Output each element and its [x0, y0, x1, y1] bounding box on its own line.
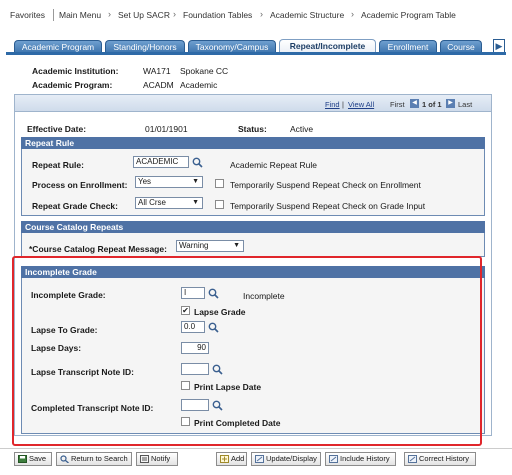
suspend-grade-input-checkbox[interactable]	[215, 200, 224, 209]
institution-label: Academic Institution:	[32, 66, 119, 76]
process-on-enrollment-value: Yes	[138, 177, 152, 186]
highlight-box	[12, 256, 482, 446]
breadcrumb-divider	[53, 9, 54, 21]
breadcrumb-set-up-sacr[interactable]: Set Up SACR	[118, 10, 170, 20]
add-label: Add	[231, 454, 245, 463]
view-all-link[interactable]: View All	[348, 100, 374, 109]
panel-navigation-bar	[14, 94, 492, 112]
last-label: Last	[458, 100, 473, 109]
breadcrumb-academic-program-table: Academic Program Table	[361, 10, 456, 20]
tab-scroll-right-icon[interactable]: ▶	[493, 39, 505, 53]
repeat-grade-check-select[interactable]: All Crse ▼	[135, 197, 203, 209]
dropdown-caret-icon: ▼	[192, 178, 199, 185]
correct-history-button[interactable]: Correct History	[404, 452, 476, 466]
catalog-repeats-header: Course Catalog Repeats	[21, 221, 485, 233]
program-code: ACADM	[143, 80, 174, 90]
process-on-enrollment-select[interactable]: Yes ▼	[135, 176, 203, 188]
notify-icon	[140, 455, 149, 463]
return-to-search-button[interactable]: Return to Search	[56, 452, 132, 466]
search-icon[interactable]	[192, 157, 203, 168]
next-arrow-icon[interactable]: ▶	[446, 99, 455, 108]
previous-arrow-icon[interactable]: ◀	[410, 99, 419, 108]
breadcrumb: Favorites Main Menu › Set Up SACR › Foun…	[0, 0, 512, 28]
repeat-grade-check-value: All Crse	[138, 198, 167, 207]
catalog-repeat-message-label: *Course Catalog Repeat Message:	[29, 244, 167, 254]
notify-button[interactable]: Notify	[136, 452, 178, 466]
return-to-search-label: Return to Search	[71, 454, 128, 463]
breadcrumb-academic-structure[interactable]: Academic Structure	[270, 10, 344, 20]
update-display-button[interactable]: Update/Display	[251, 452, 321, 466]
toolbar-divider	[0, 448, 512, 449]
chevron-right-icon: ›	[260, 9, 263, 19]
catalog-repeat-message-value: Warning	[179, 241, 209, 250]
first-label: First	[390, 100, 405, 109]
suspend-grade-input-label: Temporarily Suspend Repeat Check on Grad…	[230, 201, 426, 211]
notify-label: Notify	[151, 454, 171, 463]
program-label: Academic Program:	[32, 80, 113, 90]
row-count: 1 of 1	[422, 100, 442, 109]
repeat-rule-input[interactable]: ACADEMIC	[133, 156, 189, 168]
status-value: Active	[290, 124, 314, 134]
chevron-right-icon: ›	[351, 9, 354, 19]
breadcrumb-main-menu[interactable]: Main Menu	[59, 10, 101, 20]
dropdown-caret-icon: ▼	[233, 242, 240, 249]
add-icon	[220, 455, 229, 463]
catalog-repeat-message-select[interactable]: Warning ▼	[176, 240, 244, 252]
include-history-icon	[329, 455, 338, 463]
dropdown-caret-icon: ▼	[192, 199, 199, 206]
chevron-right-icon: ›	[173, 9, 176, 19]
repeat-rule-description: Academic Repeat Rule	[230, 160, 317, 170]
include-history-button[interactable]: Include History	[325, 452, 396, 466]
include-history-label: Include History	[340, 454, 390, 463]
nav-separator: |	[342, 100, 344, 109]
correct-history-label: Correct History	[419, 454, 470, 463]
find-link[interactable]: Find	[325, 100, 340, 109]
repeat-rule-header: Repeat Rule	[21, 137, 485, 149]
breadcrumb-foundation-tables[interactable]: Foundation Tables	[183, 10, 252, 20]
save-button[interactable]: Save	[14, 452, 52, 466]
institution-name: Spokane CC	[180, 66, 229, 76]
update-display-icon	[255, 455, 264, 463]
effective-date-label: Effective Date:	[27, 124, 87, 134]
return-search-icon	[60, 455, 69, 463]
correct-history-icon	[408, 455, 417, 463]
breadcrumb-favorites[interactable]: Favorites	[10, 10, 45, 20]
chevron-right-icon: ›	[108, 9, 111, 19]
update-display-label: Update/Display	[266, 454, 317, 463]
process-on-enrollment-label: Process on Enrollment:	[32, 180, 128, 190]
save-icon	[18, 455, 27, 463]
save-button-label: Save	[29, 454, 47, 463]
effective-date-value: 01/01/1901	[145, 124, 188, 134]
status-label: Status:	[238, 124, 267, 134]
suspend-enrollment-label: Temporarily Suspend Repeat Check on Enro…	[230, 180, 421, 190]
repeat-rule-label: Repeat Rule:	[32, 160, 84, 170]
repeat-grade-check-label: Repeat Grade Check:	[32, 201, 118, 211]
tab-underline	[6, 52, 506, 55]
add-button[interactable]: Add	[216, 452, 247, 466]
suspend-enrollment-checkbox[interactable]	[215, 179, 224, 188]
program-name: Academic	[180, 80, 218, 90]
institution-code: WA171	[143, 66, 171, 76]
